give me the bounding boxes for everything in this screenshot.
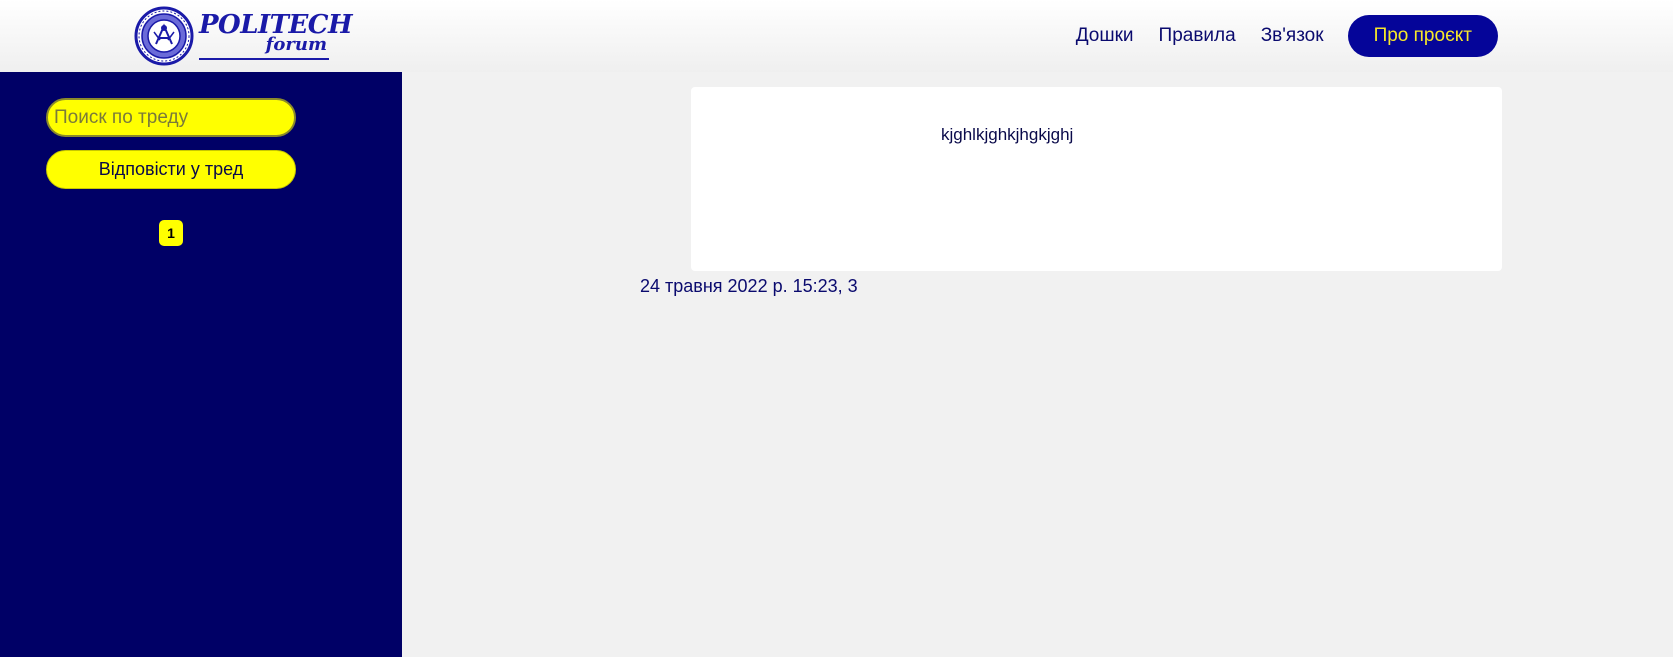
post-text: kjghlkjghkjhgkjghj [941, 125, 1074, 144]
nav-link-boards[interactable]: Дошки [1076, 25, 1134, 47]
university-seal-icon [134, 6, 194, 66]
post-card: kjghlkjghkjhgkjghj [691, 87, 1502, 271]
thread-search-input[interactable] [46, 98, 296, 137]
post-meta: 24 травня 2022 р. 15:23, 3 [640, 276, 858, 296]
about-project-button[interactable]: Про проєкт [1347, 15, 1498, 57]
logo-wordmark: POLITECH forum [199, 8, 353, 64]
pagination-page-1[interactable]: 1 [159, 220, 183, 246]
nav-link-rules[interactable]: Правила [1159, 25, 1236, 47]
logo-word-forum: forum [265, 34, 327, 55]
top-header: POLITECH forum Дошки Правила Зв'язок Про… [0, 0, 1673, 72]
site-logo[interactable]: POLITECH forum [134, 5, 353, 67]
main-nav: Дошки Правила Зв'язок Про проєкт [1051, 0, 1673, 72]
reply-in-thread-button[interactable]: Відповісти у тред [46, 150, 296, 189]
logo-underline [199, 58, 329, 60]
nav-link-contact[interactable]: Зв'язок [1261, 25, 1324, 47]
sidebar: Відповісти у тред 1 [0, 72, 402, 657]
